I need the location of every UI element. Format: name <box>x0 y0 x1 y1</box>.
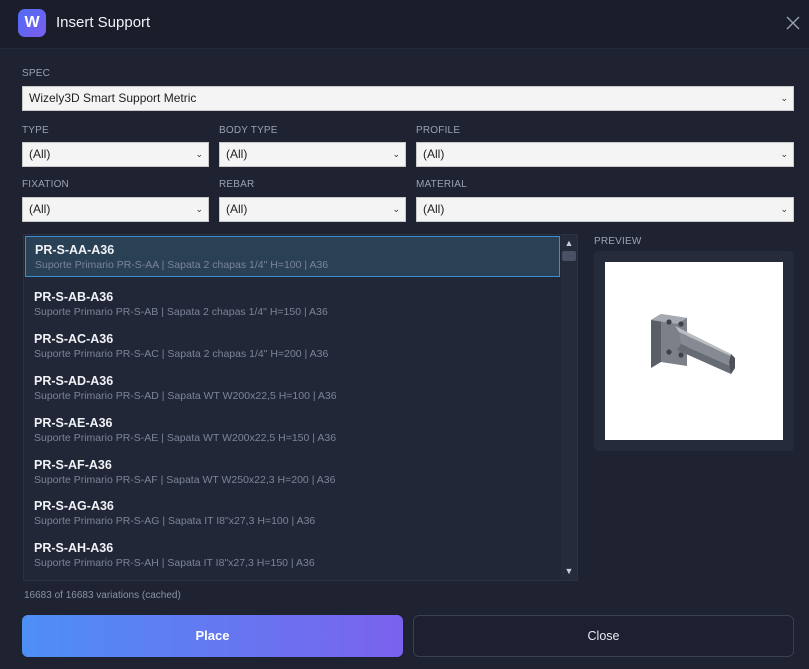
list-item[interactable]: PR-S-AG-A36 Suporte Primario PR-S-AG | S… <box>25 493 560 534</box>
chevron-down-icon: ⌄ <box>780 93 788 103</box>
chevron-down-icon: ⌄ <box>392 149 400 159</box>
title-bar: W Insert Support <box>0 0 809 49</box>
scrollbar-thumb[interactable] <box>562 251 576 261</box>
list-item-code: PR-S-AF-A36 <box>34 458 112 472</box>
list-item-desc: Suporte Primario PR-S-AC | Sapata 2 chap… <box>34 348 329 360</box>
fixation-select-value: (All) <box>29 202 51 216</box>
list-item-code: PR-S-AD-A36 <box>34 374 114 388</box>
material-select-value: (All) <box>423 202 445 216</box>
support-model-icon <box>651 314 735 374</box>
profile-label: PROFILE <box>416 125 461 136</box>
list-item[interactable]: PR-S-AC-A36 Suporte Primario PR-S-AC | S… <box>25 326 560 367</box>
chevron-down-icon: ⌄ <box>780 204 788 214</box>
list-item-code: PR-S-AC-A36 <box>34 332 114 346</box>
list-item-desc: Suporte Primario PR-S-AH | Sapata IT I8"… <box>34 557 315 569</box>
body-type-select[interactable]: (All) ⌄ <box>219 142 406 167</box>
list-scrollbar[interactable]: ▲ ▼ <box>561 235 577 580</box>
body-type-label: BODY TYPE <box>219 125 278 136</box>
list-item-code: PR-S-AG-A36 <box>34 499 114 513</box>
chevron-down-icon: ⌄ <box>195 149 203 159</box>
variation-list[interactable]: PR-S-AA-A36 Suporte Primario PR-S-AA | S… <box>23 234 578 581</box>
list-item-code: PR-S-AH-A36 <box>34 541 114 555</box>
list-item[interactable]: PR-S-AD-A36 Suporte Primario PR-S-AD | S… <box>25 368 560 409</box>
window-title: Insert Support <box>56 14 151 31</box>
chevron-down-icon: ⌄ <box>195 204 203 214</box>
close-icon[interactable] <box>784 14 802 32</box>
chevron-down-icon: ⌄ <box>392 204 400 214</box>
chevron-up-icon[interactable]: ▲ <box>561 236 577 250</box>
type-select-value: (All) <box>29 147 51 161</box>
preview-label: PREVIEW <box>594 236 642 247</box>
list-item-desc: Suporte Primario PR-S-AA | Sapata 2 chap… <box>35 259 329 271</box>
list-item-desc: Suporte Primario PR-S-AG | Sapata IT I8"… <box>34 515 316 527</box>
place-button[interactable]: Place <box>22 615 403 657</box>
variation-count-status: 16683 of 16683 variations (cached) <box>24 590 181 601</box>
preview-image <box>605 262 783 440</box>
list-item-code: PR-S-AE-A36 <box>34 416 113 430</box>
preview-panel <box>594 251 794 451</box>
list-item-desc: Suporte Primario PR-S-AF | Sapata WT W25… <box>34 474 336 486</box>
rebar-select-value: (All) <box>226 202 248 216</box>
fixation-select[interactable]: (All) ⌄ <box>22 197 209 222</box>
type-select[interactable]: (All) ⌄ <box>22 142 209 167</box>
type-label: TYPE <box>22 125 49 136</box>
list-item[interactable]: PR-S-AF-A36 Suporte Primario PR-S-AF | S… <box>25 452 560 493</box>
material-select[interactable]: (All) ⌄ <box>416 197 794 222</box>
list-item[interactable]: PR-S-AH-A36 Suporte Primario PR-S-AH | S… <box>25 535 560 576</box>
spec-select-value: Wizely3D Smart Support Metric <box>29 91 197 105</box>
list-item[interactable]: PR-S-AE-A36 Suporte Primario PR-S-AE | S… <box>25 410 560 451</box>
chevron-down-icon[interactable]: ▼ <box>561 564 577 578</box>
list-item-code: PR-S-AA-A36 <box>35 243 115 257</box>
chevron-down-icon: ⌄ <box>780 149 788 159</box>
list-item-desc: Suporte Primario PR-S-AB | Sapata 2 chap… <box>34 306 328 318</box>
app-logo-icon: W <box>18 9 46 37</box>
close-button[interactable]: Close <box>413 615 794 657</box>
body-type-select-value: (All) <box>226 147 248 161</box>
list-item[interactable]: PR-S-AB-A36 Suporte Primario PR-S-AB | S… <box>25 284 560 325</box>
list-item[interactable]: PR-S-AA-A36 Suporte Primario PR-S-AA | S… <box>25 236 560 277</box>
list-item-desc: Suporte Primario PR-S-AE | Sapata WT W20… <box>34 432 337 444</box>
spec-select[interactable]: Wizely3D Smart Support Metric ⌄ <box>22 86 794 111</box>
material-label: MATERIAL <box>416 179 467 190</box>
rebar-label: REBAR <box>219 179 255 190</box>
profile-select[interactable]: (All) ⌄ <box>416 142 794 167</box>
list-item-desc: Suporte Primario PR-S-AD | Sapata WT W20… <box>34 390 337 402</box>
profile-select-value: (All) <box>423 147 445 161</box>
rebar-select[interactable]: (All) ⌄ <box>219 197 406 222</box>
list-item-code: PR-S-AB-A36 <box>34 290 114 304</box>
spec-label: SPEC <box>22 68 51 79</box>
fixation-label: FIXATION <box>22 179 69 190</box>
